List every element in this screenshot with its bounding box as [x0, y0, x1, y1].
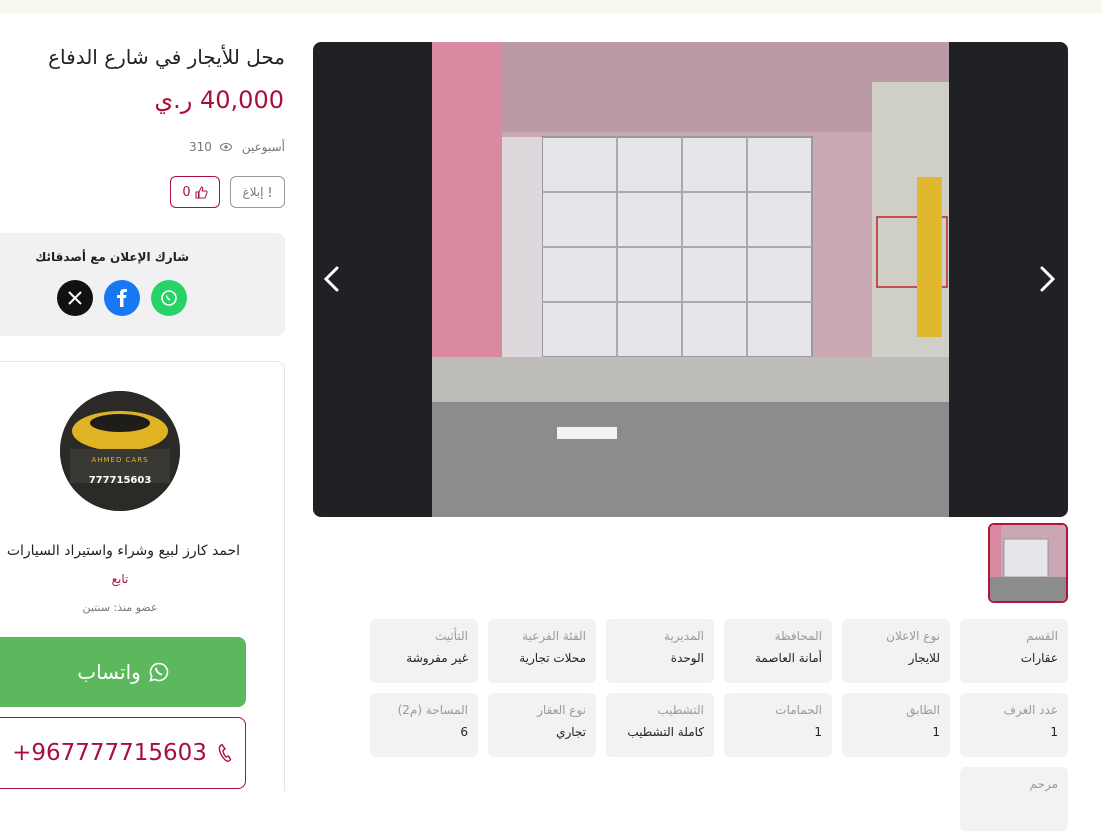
like-button[interactable]: 0: [170, 176, 220, 208]
detail-label: المديرية: [664, 629, 704, 643]
listing-age: أسبوعين: [241, 140, 285, 154]
detail-value: للايجار: [908, 651, 940, 665]
listing-photo[interactable]: [432, 42, 949, 517]
top-bar: [0, 0, 1102, 13]
detail-label: التشطيب: [657, 703, 704, 717]
detail-value: تجاري: [556, 725, 586, 739]
detail-label: الطابق: [906, 703, 940, 717]
detail-label: مرحم: [1029, 777, 1058, 791]
avatar-brand: AHMED CARS: [91, 456, 149, 464]
detail-value: محلات تجارية: [519, 651, 586, 665]
whatsapp-button[interactable]: واتساب: [0, 637, 246, 707]
share-icons: [57, 280, 187, 316]
thumbs-up-icon: [195, 185, 208, 198]
phone-number: +967777715603: [12, 740, 207, 766]
detail-value: 6: [460, 725, 468, 739]
image-thumbnail[interactable]: [988, 523, 1068, 603]
detail-value: غير مفروشة: [406, 651, 468, 665]
alert-icon: [268, 187, 271, 197]
detail-value: أمانة العاصمة: [754, 651, 822, 665]
share-title: شارك الإعلان مع أصدقائك: [35, 250, 189, 264]
views-counter: 310: [189, 140, 232, 154]
detail-subcategory: الفئة الفرعية محلات تجارية: [488, 619, 596, 683]
detail-category: القسم عقارات: [960, 619, 1068, 683]
detail-label: القسم: [1026, 629, 1058, 643]
detail-label: المساحة (م2): [397, 703, 468, 717]
previous-image-icon[interactable]: [317, 264, 347, 294]
facebook-icon[interactable]: [104, 280, 140, 316]
detail-label: الحمامات: [775, 703, 822, 717]
whatsapp-icon: [149, 662, 169, 682]
member-since: عضو منذ: سنتين: [82, 601, 158, 614]
detail-furnishing: التأثيث غير مفروشة: [370, 619, 478, 683]
follow-button[interactable]: تابع: [0, 572, 240, 586]
listing-title: محل للأيجار في شارع الدفاع: [48, 45, 285, 69]
phone-icon: [218, 743, 232, 762]
detail-rooms: عدد الغرف 1: [960, 693, 1068, 757]
report-label: إبلاغ: [242, 185, 264, 199]
detail-label: التأثيث: [434, 629, 468, 643]
detail-value: 1: [932, 725, 940, 739]
views-count: 310: [188, 140, 212, 154]
like-count: 0: [182, 184, 191, 200]
report-button[interactable]: إبلاغ: [230, 176, 285, 208]
listing-price: 40,000 ر.ي: [154, 86, 284, 114]
detail-label: نوع العقار: [537, 703, 586, 717]
detail-extra: مرحم: [960, 767, 1068, 831]
detail-finishing: التشطيب كاملة التشطيب: [606, 693, 714, 757]
seller-avatar[interactable]: [60, 391, 180, 511]
detail-ad-type: نوع الاعلان للايجار: [842, 619, 950, 683]
detail-bathrooms: الحمامات 1: [724, 693, 832, 757]
share-panel: شارك الإعلان مع أصدقائك: [0, 233, 285, 336]
detail-floor: الطابق 1: [842, 693, 950, 757]
detail-property-type: نوع العقار تجاري: [488, 693, 596, 757]
detail-governorate: المحافظة أمانة العاصمة: [724, 619, 832, 683]
detail-value: 1: [814, 725, 822, 739]
detail-label: الفئة الفرعية: [522, 629, 586, 643]
detail-value: الوحدة: [670, 651, 704, 665]
phone-button[interactable]: +967777715603: [0, 717, 246, 789]
seller-name[interactable]: احمد كارز لبيع وشراء واستيراد السيارات: [0, 543, 240, 559]
whatsapp-icon[interactable]: [151, 280, 187, 316]
detail-label: عدد الغرف: [1003, 703, 1058, 717]
detail-area: المساحة (م2) 6: [370, 693, 478, 757]
x-icon[interactable]: [57, 280, 93, 316]
detail-value: كاملة التشطيب: [627, 725, 704, 739]
whatsapp-label: واتساب: [77, 660, 141, 684]
listing-meta: أسبوعين 310: [189, 140, 285, 154]
eye-icon: [219, 143, 232, 151]
image-gallery: [313, 42, 1068, 517]
avatar-phone: 777715603: [88, 475, 152, 486]
detail-label: المحافظة: [774, 629, 822, 643]
detail-district: المديرية الوحدة: [606, 619, 714, 683]
detail-label: نوع الاعلان: [886, 629, 940, 643]
detail-value: 1: [1050, 725, 1058, 739]
next-image-icon[interactable]: [1032, 264, 1062, 294]
detail-value: عقارات: [1020, 651, 1058, 665]
